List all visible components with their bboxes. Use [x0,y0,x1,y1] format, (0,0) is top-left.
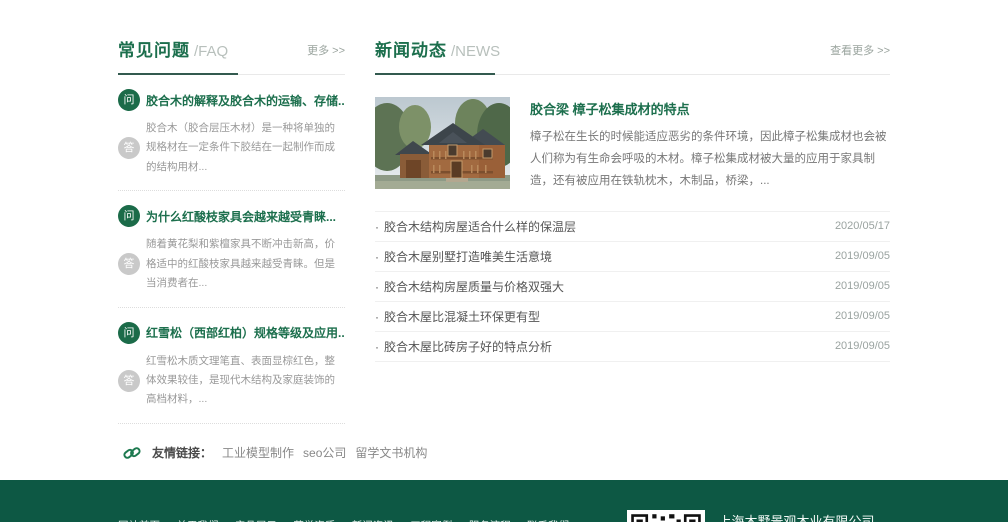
footer-contact-info: 上海木墅景观木业有限公司 服务热线：13916808947 地址：上海陆翔路11… [719,510,890,522]
news-item-title[interactable]: 胶合木结构房屋质量与价格双强大 [375,278,564,295]
chain-link-icon [123,447,141,459]
main-content: 常见问题/FAQ 更多 >> 问 胶合木的解释及胶合木的运输、存储... 答 胶… [0,0,1008,466]
news-list-item[interactable]: 胶合木结构房屋质量与价格双强大 2019/09/05 [375,272,890,302]
faq-answer-text: 随着黄花梨和紫檀家具不断冲击新高，价格适中的红酸枝家具越来越受青睐。但是当消费者… [146,238,335,290]
question-badge-icon: 问 [118,321,140,344]
footer: 网站首页 关于我们 产品展示 荣誉资质 新闻资讯 工程案例 服务流程 联系我们 [0,479,1008,522]
news-header: 新闻动态/NEWS 查看更多 >> [375,36,890,75]
news-item-date: 2020/05/17 [834,220,890,233]
faq-question-title[interactable]: 胶合木的解释及胶合木的运输、存储... [146,92,345,109]
company-name: 上海木墅景观木业有限公司 [718,513,875,522]
faq-question-row[interactable]: 问 胶合木的解释及胶合木的运输、存储... [118,89,345,111]
news-list-item[interactable]: 胶合木屋比混凝土环保更有型 2019/09/05 [375,302,890,332]
news-item-title[interactable]: 胶合木屋别墅打造唯美生活意境 [375,248,552,265]
faq-title: 常见问题 [118,41,190,60]
qr-code: M S [626,509,705,522]
news-featured-image[interactable] [375,97,510,189]
news-title-underline [375,73,495,75]
news-item-date: 2019/09/05 [834,280,890,293]
faq-item[interactable]: 问 红雪松（西部红柏）规格等级及应用... 答 红雪松木质文理笔直、表面显棕红色… [118,308,345,424]
news-item-date: 2019/09/05 [834,310,890,323]
news-list-item[interactable]: 胶合木屋比砖房子好的特点分析 2019/09/05 [375,332,890,362]
news-item-title[interactable]: 胶合木屋比混凝土环保更有型 [375,308,540,325]
news-list-item[interactable]: 胶合木屋别墅打造唯美生活意境 2019/09/05 [375,242,890,272]
footer-left: 网站首页 关于我们 产品展示 荣誉资质 新闻资讯 工程案例 服务流程 联系我们 [118,510,627,522]
faq-item[interactable]: 问 为什么红酸枝家具会越来越受青睐... 答 随着黄花梨和紫檀家具不断冲击新高，… [118,191,345,308]
faq-header: 常见问题/FAQ 更多 >> [118,36,345,75]
question-badge-icon: 问 [118,205,140,228]
faq-title-underline [118,73,238,75]
news-item-title[interactable]: 胶合木结构房屋适合什么样的保温层 [375,218,576,235]
faq-answer-text: 红雪松木质文理笔直、表面显棕红色，整体效果较佳，是现代木结构及家庭装饰的高档材料… [146,354,335,406]
faq-question-title[interactable]: 为什么红酸枝家具会越来越受青睐... [146,208,336,225]
news-featured-body: 胶合梁 樟子松集成材的特点 樟子松在生长的时候能适应恶劣的条件环境，因此樟子松集… [530,97,890,193]
faq-section: 常见问题/FAQ 更多 >> 问 胶合木的解释及胶合木的运输、存储... 答 胶… [118,36,345,424]
answer-badge-icon: 答 [118,253,140,276]
friendly-link[interactable]: seo公司 [303,444,346,461]
footer-right: M S 上海木墅景观木业有限公司 服务热线：13916808947 地址：上海陆… [626,509,890,522]
faq-answer-row: 答 胶合木（胶合层压木材）是一种将单独的规格材在一定条件下胶结在一起制作而成的结… [118,119,345,177]
news-subtitle: /NEWS [451,43,501,60]
friendly-link[interactable]: 留学文书机构 [355,444,427,461]
news-item-date: 2019/09/05 [834,340,890,353]
news-more-link[interactable]: 查看更多 >> [830,42,890,58]
faq-subtitle: /FAQ [194,43,229,60]
wooden-house-illustration [375,97,510,189]
news-featured-item[interactable]: 胶合梁 樟子松集成材的特点 樟子松在生长的时候能适应恶劣的条件环境，因此樟子松集… [375,75,890,212]
faq-item[interactable]: 问 胶合木的解释及胶合木的运输、存储... 答 胶合木（胶合层压木材）是一种将单… [118,75,345,192]
news-item-date: 2019/09/05 [834,250,890,263]
news-featured-title[interactable]: 胶合梁 樟子松集成材的特点 [530,99,890,118]
news-title: 新闻动态 [375,41,447,60]
news-featured-excerpt: 樟子松在生长的时候能适应恶劣的条件环境，因此樟子松集成材也会被人们称为有生命会呼… [530,131,887,187]
faq-more-link[interactable]: 更多 >> [307,42,345,58]
footer-nav: 网站首页 关于我们 产品展示 荣誉资质 新闻资讯 工程案例 服务流程 联系我们 [118,510,585,522]
faq-answer-row: 答 随着黄花梨和紫檀家具不断冲击新高，价格适中的红酸枝家具越来越受青睐。但是当消… [118,235,345,293]
question-badge-icon: 问 [118,89,140,111]
qr-code-image: M S [626,509,705,522]
faq-answer-text: 胶合木（胶合层压木材）是一种将单独的规格材在一定条件下胶结在一起制作而成的结构用… [146,122,335,173]
answer-badge-icon: 答 [118,137,140,160]
faq-question-row[interactable]: 问 为什么红酸枝家具会越来越受青睐... [118,205,345,228]
page: 常见问题/FAQ 更多 >> 问 胶合木的解释及胶合木的运输、存储... 答 胶… [0,0,1008,522]
news-list-item[interactable]: 胶合木结构房屋适合什么样的保温层 2020/05/17 [375,212,890,242]
friendly-link[interactable]: 工业模型制作 [222,444,294,461]
friendly-links-label: 友情链接： [152,446,213,461]
faq-answer-row: 答 红雪松木质文理笔直、表面显棕红色，整体效果较佳，是现代木结构及家庭装饰的高档… [118,352,345,410]
faq-question-title[interactable]: 红雪松（西部红柏）规格等级及应用... [146,324,345,341]
faq-question-row[interactable]: 问 红雪松（西部红柏）规格等级及应用... [118,321,345,344]
answer-badge-icon: 答 [118,369,140,392]
friendly-links-bar: 友情链接： 工业模型制作 seo公司 留学文书机构 [118,440,890,466]
news-section: 新闻动态/NEWS 查看更多 >> 胶合梁 樟子松集成材的特点 樟子松在生长的时… [375,36,890,424]
news-item-title[interactable]: 胶合木屋比砖房子好的特点分析 [375,338,552,355]
